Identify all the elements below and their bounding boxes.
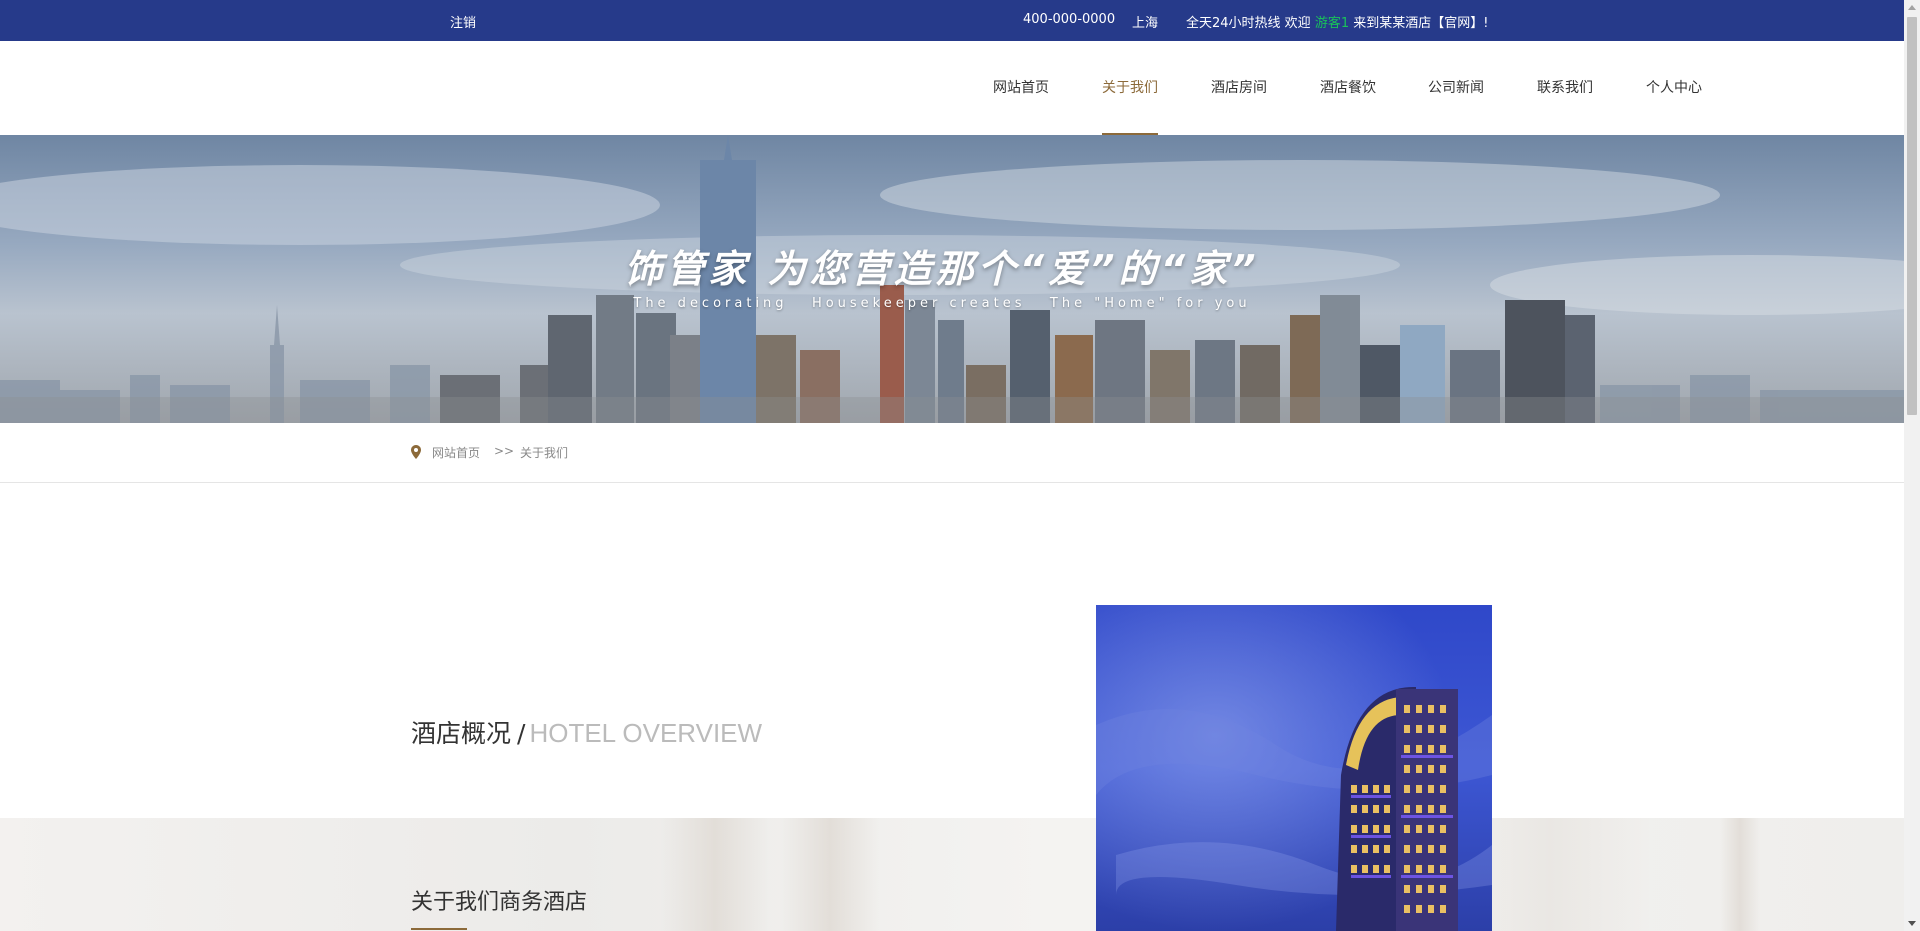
nav-item-news[interactable]: 公司新闻 (1428, 41, 1484, 135)
breadcrumb-current: 关于我们 (520, 446, 569, 460)
about-heading: 关于我们商务酒店 (411, 890, 588, 915)
breadcrumb-separator: >> (494, 444, 515, 458)
nav-item-about[interactable]: 关于我们 (1102, 41, 1158, 135)
nav-item-contact[interactable]: 联系我们 (1537, 41, 1593, 135)
about-heading-underline (411, 928, 467, 930)
overview-title-cn: 酒店概况 (411, 719, 512, 748)
city-label: 上海 (1132, 16, 1159, 31)
nav-item-dining[interactable]: 酒店餐饮 (1320, 41, 1376, 135)
nav-item-rooms[interactable]: 酒店房间 (1211, 41, 1267, 135)
overview-title-en: HOTEL OVERVIEW (529, 718, 763, 748)
overview-slash: / (517, 719, 526, 748)
hero-banner: 饰管家 为您营造那个“爱”的“家” The decorating Houseke… (0, 135, 1904, 423)
nav-item-profile[interactable]: 个人中心 (1646, 41, 1702, 135)
scroll-down-icon[interactable] (1908, 921, 1916, 926)
welcome-text: 全天24小时热线 欢迎 游客1 来到某某酒店【官网】! (1186, 12, 1488, 31)
about-section-background (0, 818, 1904, 931)
welcome-prefix: 全天24小时热线 欢迎 (1186, 16, 1315, 31)
banner-subtitle: The decorating Housekeeper creates The "… (633, 296, 1251, 311)
page-scrollbar[interactable] (1904, 0, 1920, 931)
main-nav: 网站首页 关于我们 酒店房间 酒店餐饮 公司新闻 联系我们 个人中心 (0, 41, 1904, 135)
hotel-photo (1096, 605, 1492, 931)
welcome-suffix: 来到某某酒店【官网】! (1349, 16, 1489, 31)
hotline-number: 400-000-0000 (1023, 12, 1116, 27)
scrollbar-thumb[interactable] (1907, 17, 1917, 415)
username: 游客1 (1314, 16, 1350, 31)
logout-link[interactable]: 注销 (450, 12, 476, 31)
location-pin-icon (411, 445, 421, 462)
overview-heading: 酒店概况 / HOTEL OVERVIEW (411, 714, 762, 750)
breadcrumb-home-link[interactable]: 网站首页 (432, 444, 480, 461)
scroll-up-icon[interactable] (1908, 5, 1916, 10)
breadcrumb: 网站首页 >> 关于我们 (0, 423, 1904, 483)
banner-title: 饰管家 为您营造那个“爱”的“家” (624, 247, 1260, 291)
top-bar: 注销 400-000-0000 上海 全天24小时热线 欢迎 游客1 来到某某酒… (0, 0, 1904, 41)
nav-item-home[interactable]: 网站首页 (993, 41, 1049, 135)
